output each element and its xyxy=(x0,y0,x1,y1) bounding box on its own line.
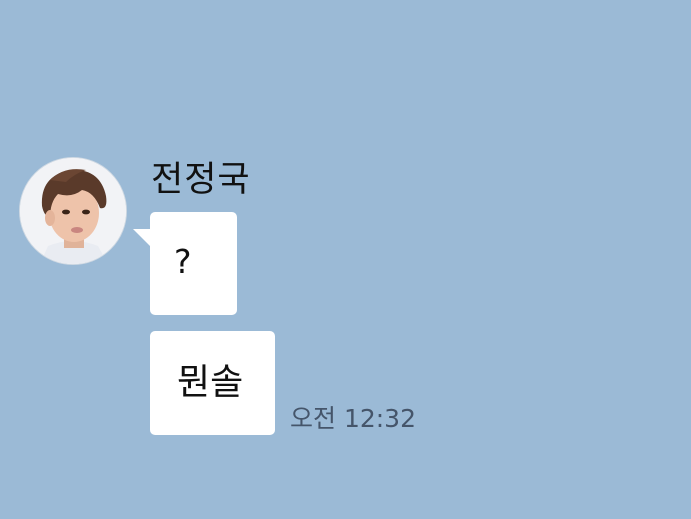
message-text: ? xyxy=(174,242,192,281)
avatar[interactable] xyxy=(19,157,127,265)
message-timestamp: 오전 12:32 xyxy=(290,404,416,433)
message-bubble[interactable]: ? xyxy=(150,212,237,315)
avatar-photo xyxy=(20,158,126,264)
bubble-tail xyxy=(133,229,151,247)
message-text: 뭔솔 xyxy=(177,362,244,403)
sender-name: 전정국 xyxy=(151,160,251,200)
message-bubble[interactable]: 뭔솔 xyxy=(150,331,275,435)
